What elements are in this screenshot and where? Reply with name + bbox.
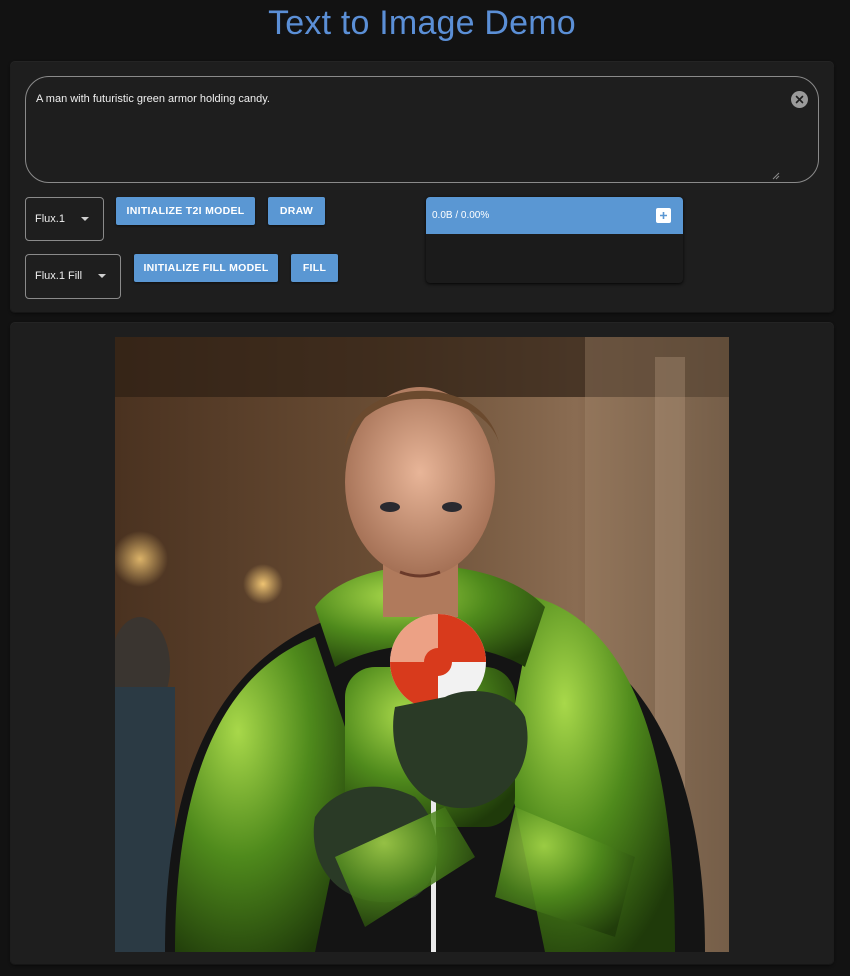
- controls-panel: A man with futuristic green armor holdin…: [11, 62, 833, 312]
- initialize-t2i-model-button[interactable]: INITIALIZE T2I MODEL: [116, 197, 255, 225]
- fill-model-select[interactable]: Flux.1 Fill: [25, 254, 121, 299]
- draw-button[interactable]: DRAW: [268, 197, 325, 225]
- chevron-down-icon: [98, 274, 106, 278]
- prompt-text[interactable]: A man with futuristic green armor holdin…: [36, 93, 270, 105]
- prompt-textarea[interactable]: A man with futuristic green armor holdin…: [25, 76, 819, 183]
- t2i-model-select-value: Flux.1: [35, 213, 65, 225]
- generated-image: [115, 337, 729, 952]
- plus-icon[interactable]: [656, 208, 671, 223]
- chevron-down-icon: [81, 217, 89, 221]
- resize-grip-icon[interactable]: [772, 172, 780, 180]
- progress-header: 0.0B / 0.00%: [426, 197, 683, 234]
- clear-icon[interactable]: [791, 91, 808, 108]
- fill-button[interactable]: FILL: [291, 254, 338, 282]
- progress-text: 0.0B / 0.00%: [432, 210, 490, 221]
- output-panel: [11, 323, 833, 964]
- fill-model-select-value: Flux.1 Fill: [35, 270, 83, 282]
- t2i-model-select[interactable]: Flux.1: [25, 197, 104, 241]
- initialize-fill-model-button[interactable]: INITIALIZE FILL MODEL: [134, 254, 278, 282]
- page-title: Text to Image Demo: [268, 4, 576, 42]
- progress-card: 0.0B / 0.00%: [426, 197, 683, 283]
